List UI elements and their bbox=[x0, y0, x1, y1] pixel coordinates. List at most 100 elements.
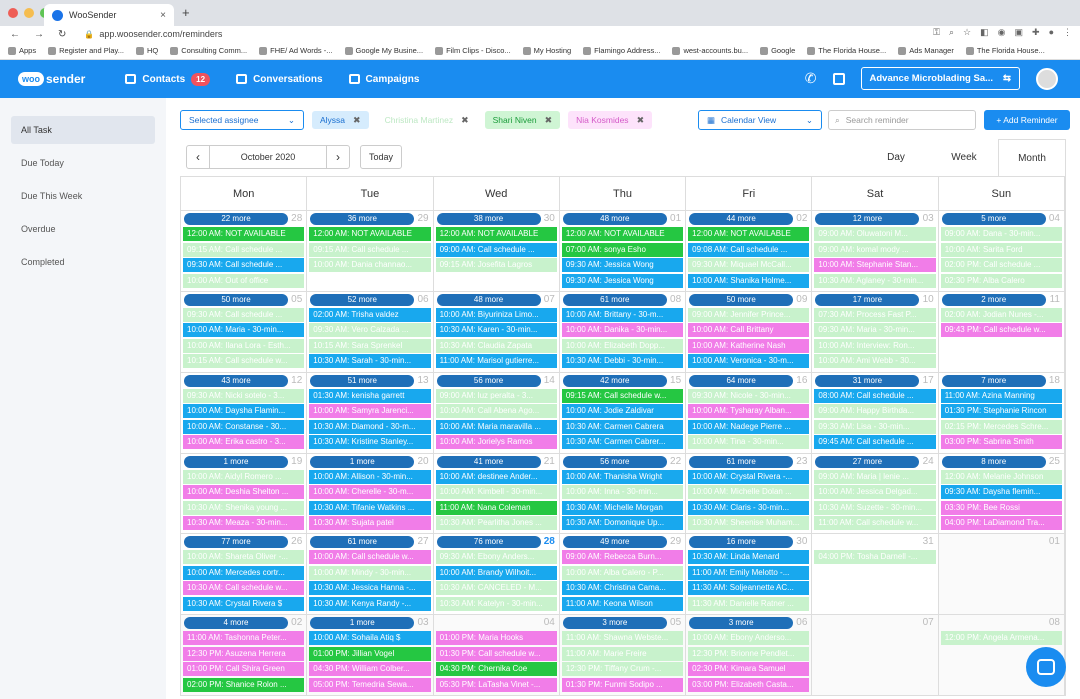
calendar-day-cell[interactable]: 28 22 more 12:00 AM: NOT AVAILABLE 09:15 AM… bbox=[181, 211, 308, 291]
calendar-event[interactable]: 10:30 AM: Claudia Zapata bbox=[435, 338, 557, 353]
remove-chip-icon[interactable]: ✖ bbox=[637, 115, 645, 126]
more-events-button[interactable]: 38 more bbox=[436, 213, 541, 225]
calendar-event[interactable]: 11:00 AM: Emily Melotto -... bbox=[688, 565, 810, 580]
remove-chip-icon[interactable]: ✖ bbox=[461, 115, 469, 126]
calendar-event[interactable]: 01:00 PM: Jillian Vogel bbox=[309, 646, 431, 661]
bookmark-item[interactable]: The Florida House... bbox=[807, 46, 886, 55]
calendar-event[interactable]: 09:15 AM: Josefita Lagros bbox=[435, 258, 557, 272]
calendar-event[interactable]: 10:00 AM: Ebony Anderso... bbox=[688, 631, 810, 646]
nav-campaigns[interactable]: Campaigns bbox=[348, 74, 419, 85]
calendar-event[interactable]: 10:15 AM: Call schedule w... bbox=[183, 354, 305, 369]
calendar-event[interactable]: 12:00 AM: NOT AVAILABLE bbox=[183, 227, 305, 241]
calendar-event[interactable]: 09:00 AM: Jennifer Prince... bbox=[688, 307, 810, 322]
calendar-event[interactable]: 09:00 AM: Call schedule ... bbox=[435, 242, 557, 257]
calendar-event[interactable]: 05:00 PM: Temedria Sewa... bbox=[309, 677, 431, 692]
calendar-event[interactable]: 10:00 AM: Maria - 30-min... bbox=[183, 323, 305, 338]
calendar-day-cell[interactable]: 30 16 more 10:30 AM: Linda Menard 11:00 AM:… bbox=[686, 534, 813, 615]
next-month-button[interactable]: › bbox=[327, 146, 349, 168]
calendar-event[interactable]: 04:30 PM: William Colber... bbox=[309, 662, 431, 677]
calendar-event[interactable]: 10:00 AM: Thanisha Wright bbox=[561, 469, 684, 484]
calendar-day-cell[interactable]: 12 43 more 09:30 AM: Nicki sotelo - 3... 10… bbox=[181, 372, 308, 453]
calendar-event[interactable]: 10:30 AM: Linda Menard bbox=[688, 550, 810, 565]
calendar-day-cell[interactable]: 05 3 more 11:00 AM: Shawna Webste... 11:00 … bbox=[559, 615, 687, 695]
calendar-event[interactable]: 10:00 AM: Call schedule w... bbox=[309, 550, 431, 565]
bookmark-item[interactable]: FHE/ Ad Words -... bbox=[259, 46, 333, 55]
calendar-event[interactable]: 10:00 AM: Samyra Jarenci... bbox=[309, 404, 431, 419]
close-window-icon[interactable] bbox=[8, 8, 18, 18]
calendar-event[interactable]: 10:30 AM: Call schedule w... bbox=[183, 581, 305, 596]
bookmark-item[interactable]: The Florida House... bbox=[965, 46, 1045, 55]
calendar-day-cell[interactable]: 14 56 more 09:00 AM: luz peralta - 3... 10:… bbox=[434, 372, 560, 453]
reload-icon[interactable]: ↻ bbox=[58, 29, 66, 40]
calendar-event[interactable]: 12:00 AM: NOT AVAILABLE bbox=[561, 227, 684, 241]
more-events-button[interactable]: 31 more bbox=[815, 374, 920, 387]
more-events-button[interactable]: 50 more bbox=[184, 293, 288, 306]
star-icon[interactable]: ☆ bbox=[963, 27, 971, 38]
today-button[interactable]: Today bbox=[360, 145, 403, 169]
calendar-event[interactable]: 09:43 PM: Call schedule w... bbox=[940, 323, 1062, 338]
bookmark-item[interactable]: west-accounts.bu... bbox=[672, 46, 748, 55]
tab-month[interactable]: Month bbox=[998, 139, 1066, 176]
calendar-event[interactable]: 10:00 AM: Ami Webb - 30... bbox=[814, 354, 936, 369]
calendar-event[interactable]: 12:30 PM: Brionne Pendlet... bbox=[688, 646, 810, 661]
more-events-button[interactable]: 43 more bbox=[184, 374, 288, 387]
calendar-event[interactable]: 10:00 AM: Interview: Ron... bbox=[814, 338, 936, 353]
sidebar-item-due-today[interactable]: Due Today bbox=[11, 149, 155, 177]
calendar-event[interactable]: 10:00 AM: Brandy Wilhoit... bbox=[435, 565, 557, 580]
more-events-button[interactable]: 3 more bbox=[562, 617, 667, 630]
menu-icon[interactable]: ⋮ bbox=[1063, 27, 1072, 38]
calendar-event[interactable]: 11:00 AM: Marisol gutierre... bbox=[435, 354, 557, 369]
calendar-day-cell[interactable]: 10 17 more 07:30 AM: Process Fast P... 09:3… bbox=[812, 291, 939, 372]
sidebar-item-due-this-week[interactable]: Due This Week bbox=[11, 182, 155, 210]
calendar-event[interactable]: 08:00 AM: Call schedule ... bbox=[814, 388, 936, 403]
more-events-button[interactable]: 17 more bbox=[815, 293, 920, 306]
more-events-button[interactable]: 76 more bbox=[436, 536, 541, 549]
calendar-event[interactable]: 04:00 PM: LaDiamond Tra... bbox=[940, 516, 1062, 530]
assignee-chip[interactable]: Shari Niven ✖ bbox=[484, 111, 561, 129]
calendar-event[interactable]: 10:00 AM: Cherelle - 30-m... bbox=[309, 485, 431, 499]
more-events-button[interactable]: 3 more bbox=[689, 617, 794, 630]
calendar-event[interactable]: 10:00 AM: Elizabeth Dopp... bbox=[561, 338, 684, 353]
calendar-event[interactable]: 07:00 AM: sonya Esho bbox=[561, 242, 684, 257]
calendar-event[interactable]: 01:30 PM: Call schedule w... bbox=[435, 646, 557, 661]
calendar-day-cell[interactable]: 03 12 more 09:00 AM: Oluwatoni M... 09:00 A… bbox=[812, 211, 939, 291]
calendar-event[interactable]: 10:00 AM: Biyuriniza Limo... bbox=[435, 307, 557, 322]
calendar-event[interactable]: 10:30 AM: Claris - 30-min... bbox=[688, 500, 810, 515]
tab-week[interactable]: Week bbox=[930, 139, 998, 176]
more-events-button[interactable]: 51 more bbox=[310, 374, 415, 387]
calendar-event[interactable]: 09:00 AM: luz peralta - 3... bbox=[435, 388, 557, 403]
calendar-event[interactable]: 11:00 AM: Keona Wilson bbox=[561, 596, 684, 611]
calendar-day-cell[interactable]: 07 bbox=[812, 615, 939, 695]
calendar-day-cell[interactable]: 26 77 more 10:00 AM: Shareta Oliver -... 10… bbox=[181, 534, 308, 615]
more-events-button[interactable]: 44 more bbox=[689, 213, 794, 225]
bookmark-item[interactable]: Consulting Comm... bbox=[170, 46, 247, 55]
more-events-button[interactable]: 42 more bbox=[562, 374, 667, 387]
calendar-event[interactable]: 09:30 AM: Vero Calzada ... bbox=[309, 323, 431, 338]
calendar-event[interactable]: 10:00 AM: Constanse - 30... bbox=[183, 419, 305, 434]
calendar-event[interactable]: 12:30 PM: Tiffany Crum -... bbox=[561, 662, 684, 677]
calendar-event[interactable]: 09:15 AM: Call schedule ... bbox=[183, 242, 305, 257]
calendar-day-cell[interactable]: 09 50 more 09:00 AM: Jennifer Prince... 10:… bbox=[686, 291, 813, 372]
calendar-event[interactable]: 10:00 AM: Sarita Ford bbox=[940, 242, 1062, 257]
calendar-event[interactable]: 10:30 AM: Jessica Hanna -... bbox=[309, 581, 431, 596]
extension-icon[interactable]: ◉ bbox=[998, 27, 1006, 38]
calendar-day-cell[interactable]: 31 04:00 PM: Tosha Darnell -... bbox=[812, 534, 939, 615]
calendar-event[interactable]: 10:30 AM: Meaza - 30-min... bbox=[183, 516, 305, 530]
more-events-button[interactable]: 7 more bbox=[941, 374, 1046, 387]
calendar-event[interactable]: 11:00 AM: Call schedule w... bbox=[814, 516, 936, 530]
calendar-event[interactable]: 10:00 AM: Aidyl Romero ... bbox=[183, 469, 305, 484]
calendar-event[interactable]: 11:00 AM: Marie Freire bbox=[561, 646, 684, 661]
calendar-event[interactable]: 10:00 AM: destinee Ander... bbox=[435, 469, 557, 484]
bookmark-item[interactable]: Google My Busine... bbox=[344, 46, 423, 55]
calendar-day-cell[interactable]: 30 38 more 12:00 AM: NOT AVAILABLE 09:00 AM… bbox=[434, 211, 560, 291]
more-events-button[interactable]: 5 more bbox=[941, 213, 1046, 225]
calendar-event[interactable]: 09:00 AM: Oluwatoni M... bbox=[814, 227, 936, 241]
calendar-event[interactable]: 12:00 AM: NOT AVAILABLE bbox=[435, 227, 557, 241]
calendar-event[interactable]: 10:00 AM: Mercedes cortr... bbox=[183, 565, 305, 580]
calendar-event[interactable]: 10:00 AM: Jorielys Ramos bbox=[435, 435, 557, 450]
calendar-event[interactable]: 09:08 AM: Call schedule ... bbox=[688, 242, 810, 257]
bookmark-item[interactable]: HQ bbox=[136, 46, 158, 55]
calendar-day-cell[interactable]: 19 1 more 10:00 AM: Aidyl Romero ... 10:00 … bbox=[181, 453, 308, 534]
account-switcher[interactable]: Advance Microblading Sa... ⇆ bbox=[860, 67, 1020, 90]
calendar-event[interactable]: 12:00 AM: NOT AVAILABLE bbox=[309, 227, 431, 241]
